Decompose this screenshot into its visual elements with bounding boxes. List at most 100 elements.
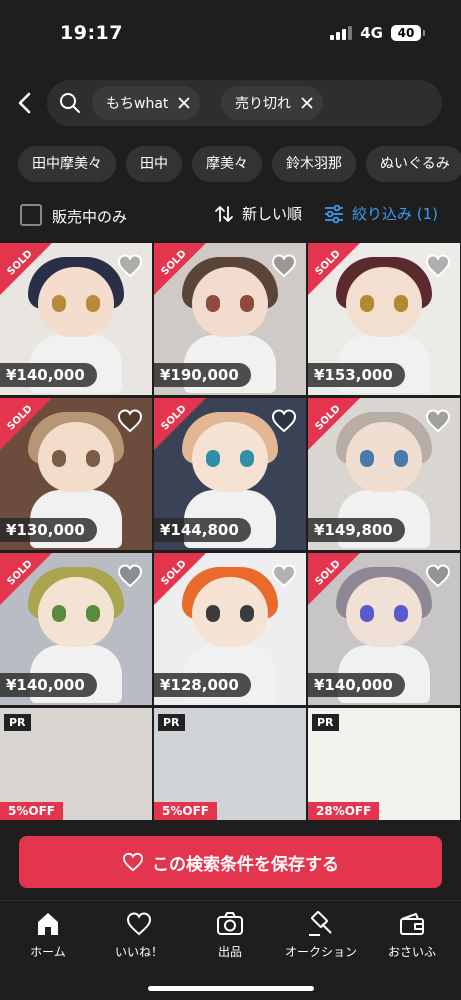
filter-row: 販売中のみ 新しい順 絞り込み (1)	[0, 200, 461, 230]
item-grid: SOLD ¥140,000 SOLD ¥190,000 SOLD ¥153,000 SOLD…	[0, 243, 461, 820]
plush-eye	[240, 605, 254, 622]
suggestion-chips: 田中摩美々 田中 摩美々 鈴木羽那 ぬいぐるみ	[18, 146, 461, 182]
wallet-icon	[400, 913, 424, 935]
tab-home[interactable]: ホーム	[2, 911, 94, 960]
suggestion-chip[interactable]: 田中	[126, 146, 182, 182]
plush-eye	[52, 605, 66, 622]
like-heart-icon[interactable]	[424, 408, 452, 434]
plush-eye	[240, 295, 254, 312]
plush-eye	[206, 450, 220, 467]
chip-label: もちwhat	[106, 96, 169, 112]
gavel-icon	[309, 911, 332, 936]
sold-ribbon: SOLD	[0, 398, 52, 450]
save-search-button[interactable]: この検索条件を保存する	[19, 836, 442, 888]
status-time: 19:17	[60, 22, 123, 44]
sort-icon	[215, 205, 233, 222]
sort-label: 新しい順	[242, 205, 303, 223]
item-card[interactable]: SOLD ¥140,000	[308, 553, 460, 705]
sort-button[interactable]: 新しい順	[214, 203, 302, 224]
tab-label: いいね！	[114, 945, 163, 959]
item-card[interactable]: SOLD ¥153,000	[308, 243, 460, 395]
filter-label: 絞り込み (1)	[352, 205, 439, 223]
filter-button[interactable]: 絞り込み (1)	[324, 203, 438, 224]
item-card[interactable]: SOLD ¥149,800	[308, 398, 460, 550]
tab-likes[interactable]: いいね！	[93, 911, 185, 960]
tab-label: おさいふ	[387, 945, 436, 959]
suggestion-chip[interactable]: 摩美々	[192, 146, 262, 182]
search-row: もちwhat 売り切れ	[0, 80, 461, 126]
like-heart-icon[interactable]	[270, 563, 298, 589]
chevron-left-icon	[18, 92, 31, 114]
plush-eye	[360, 605, 374, 622]
tab-auction[interactable]: オークション	[275, 911, 367, 960]
status-indicators: 4G 40	[330, 24, 425, 42]
item-card[interactable]: SOLD ¥140,000	[0, 553, 152, 705]
ad-card[interactable]: PR 5%OFF	[154, 708, 306, 820]
plush-eye	[394, 295, 408, 312]
like-heart-icon[interactable]	[116, 408, 144, 434]
item-price: ¥190,000	[154, 363, 251, 387]
like-heart-icon[interactable]	[424, 563, 452, 589]
item-price: ¥140,000	[308, 673, 405, 697]
plush-eye	[86, 295, 100, 312]
battery-icon: 40	[391, 25, 425, 41]
sold-ribbon: SOLD	[154, 243, 206, 295]
discount-badge: 5%OFF	[0, 802, 63, 820]
back-button[interactable]	[12, 88, 38, 118]
item-price: ¥128,000	[154, 673, 251, 697]
item-card[interactable]: SOLD ¥130,000	[0, 398, 152, 550]
tab-wallet[interactable]: おさいふ	[366, 911, 458, 960]
plush-eye	[52, 450, 66, 467]
item-price: ¥153,000	[308, 363, 405, 387]
search-chip-status[interactable]: 売り切れ	[221, 86, 323, 120]
search-box[interactable]: もちwhat 売り切れ	[47, 80, 442, 126]
save-area: この検索条件を保存する	[0, 820, 461, 900]
heart-icon	[126, 912, 152, 936]
search-chip-keyword[interactable]: もちwhat	[92, 86, 201, 120]
pr-badge: PR	[312, 714, 339, 731]
like-heart-icon[interactable]	[116, 563, 144, 589]
sold-ribbon: SOLD	[154, 553, 206, 605]
filter-sliders-icon	[325, 204, 343, 223]
sold-ribbon: SOLD	[308, 243, 360, 295]
item-card[interactable]: SOLD ¥140,000	[0, 243, 152, 395]
item-card[interactable]: SOLD ¥128,000	[154, 553, 306, 705]
close-icon[interactable]	[178, 97, 191, 109]
item-price: ¥140,000	[0, 363, 97, 387]
tab-label: ホーム	[30, 945, 66, 959]
like-heart-icon[interactable]	[270, 408, 298, 434]
like-heart-icon[interactable]	[116, 253, 144, 279]
plush-eye	[206, 295, 220, 312]
item-price: ¥149,800	[308, 518, 405, 542]
chip-label: 売り切れ	[235, 96, 291, 112]
suggestion-chip[interactable]: 田中摩美々	[18, 146, 116, 182]
on-sale-label[interactable]: 販売中のみ	[52, 206, 127, 227]
search-icon	[60, 93, 80, 113]
tab-label: オークション	[284, 945, 357, 959]
plush-eye	[86, 450, 100, 467]
status-bar: 19:17 4G 40	[0, 0, 461, 62]
pr-badge: PR	[4, 714, 31, 731]
suggestion-chip[interactable]: 鈴木羽那	[272, 146, 356, 182]
suggestion-chip[interactable]: ぬいぐるみ	[366, 146, 461, 182]
plush-eye	[360, 450, 374, 467]
item-card[interactable]: SOLD ¥190,000	[154, 243, 306, 395]
item-card[interactable]: SOLD ¥144,800	[154, 398, 306, 550]
pr-badge: PR	[158, 714, 185, 731]
plush-eye	[360, 295, 374, 312]
plush-eye	[86, 605, 100, 622]
ad-card[interactable]: PR 5%OFF	[0, 708, 152, 820]
discount-badge: 28%OFF	[308, 802, 380, 820]
like-heart-icon[interactable]	[424, 253, 452, 279]
close-icon[interactable]	[301, 97, 313, 109]
tab-sell[interactable]: 出品	[184, 911, 276, 960]
ad-card[interactable]: PR 28%OFF	[308, 708, 460, 820]
like-heart-icon[interactable]	[270, 253, 298, 279]
on-sale-checkbox[interactable]	[20, 204, 42, 226]
plush-eye	[206, 605, 220, 622]
network-label: 4G	[360, 24, 383, 42]
sold-ribbon: SOLD	[308, 553, 360, 605]
sold-ribbon: SOLD	[0, 553, 52, 605]
signal-icon	[330, 26, 353, 40]
sold-ribbon: SOLD	[154, 398, 206, 450]
